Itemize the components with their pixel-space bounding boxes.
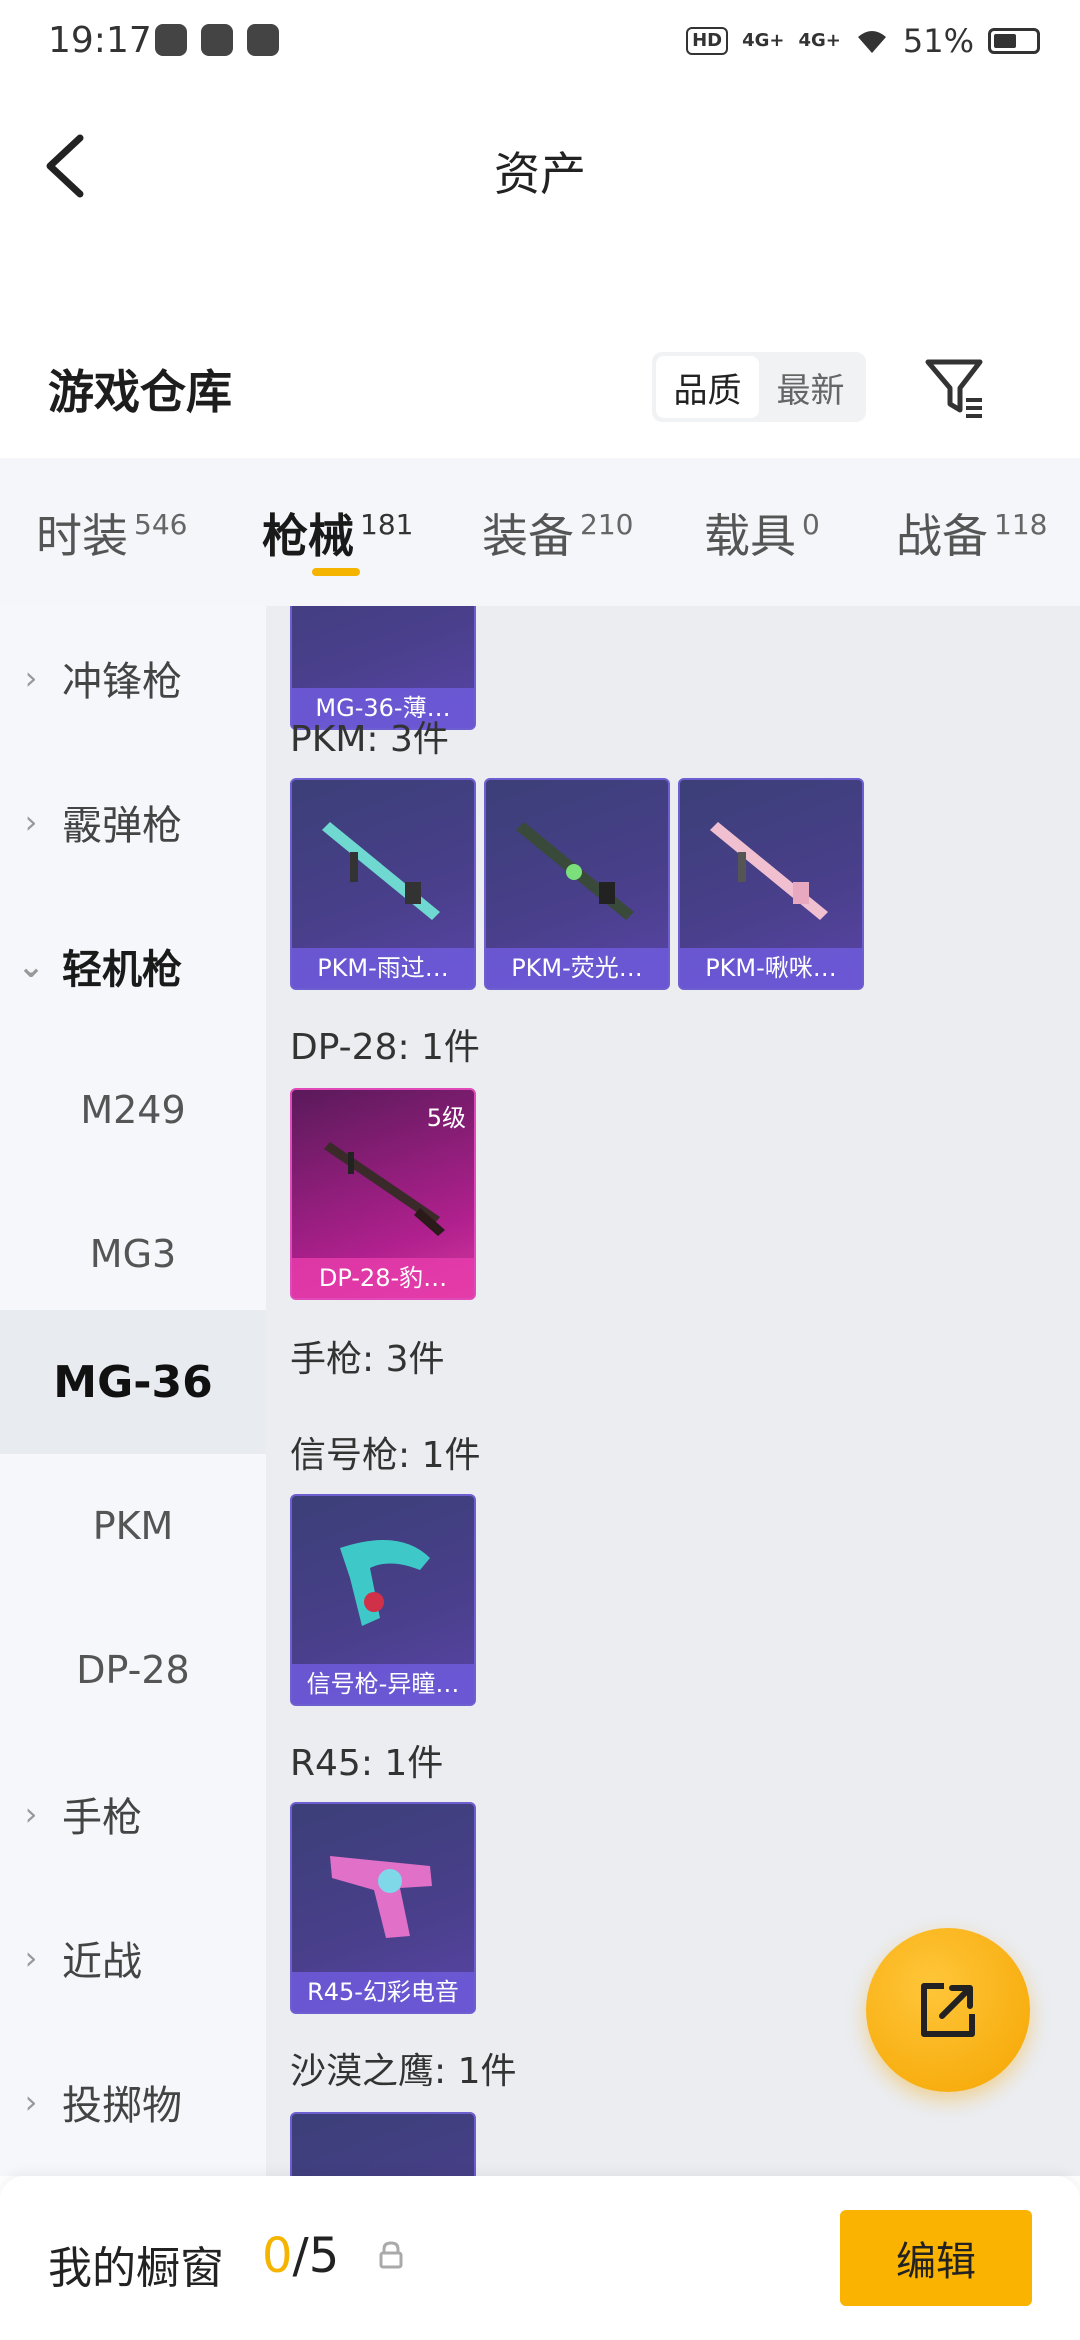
weapon-sidebar: › 冲锋枪 › 霰弹枪 ⌄ 轻机枪 M249 MG3 MG-36 PKM DP-… — [0, 606, 266, 2176]
category-tabs: 时装 546 枪械 181 装备 210 载具 0 战备 118 — [0, 458, 1080, 606]
weapon-card[interactable]: R45-幻彩电音 — [290, 1802, 476, 2014]
notification-icons — [155, 24, 279, 56]
share-button[interactable] — [866, 1928, 1030, 2092]
wifi-icon — [857, 31, 886, 53]
status-time: 19:17 — [48, 20, 152, 61]
chevron-down-icon: ⌄ — [17, 947, 45, 985]
hd-icon: HD — [686, 27, 729, 55]
weapon-card-name: R45-幻彩电音 — [292, 1972, 474, 2012]
weapon-card-name: PKM-啾咪… — [680, 948, 862, 988]
signal-icon: 4G+ — [798, 30, 841, 51]
group-label: 信号枪: 1件 — [290, 1435, 481, 1476]
sidebar-item-pkm[interactable]: PKM — [0, 1454, 266, 1598]
flare-gun-icon — [340, 1540, 430, 1626]
battery-percent: 51% — [902, 22, 974, 60]
sidebar-item-pistol[interactable]: › 手枪 — [0, 1742, 266, 1886]
sidebar-item-shotgun[interactable]: › 霰弹枪 — [0, 750, 266, 894]
sidebar-item-mg3[interactable]: MG3 — [0, 1182, 266, 1326]
sort-toggle: 品质 最新 — [652, 352, 866, 422]
chevron-right-icon: › — [24, 1939, 38, 1977]
nav-header: 资产 — [0, 86, 1080, 246]
chevron-right-icon: › — [24, 659, 38, 697]
weapon-card-name: PKM-雨过… — [292, 948, 474, 988]
page-title: 资产 — [494, 147, 586, 201]
sidebar-item-dp28[interactable]: DP-28 — [0, 1598, 266, 1742]
app-notification-icon — [201, 24, 233, 56]
sidebar-item-melee[interactable]: › 近战 — [0, 1886, 266, 2030]
app-notification-icon — [155, 24, 187, 56]
showcase-count: 0/5 — [262, 2228, 339, 2284]
group-label: 沙漠之鹰: 1件 — [290, 2051, 517, 2092]
sidebar-item-throwables[interactable]: › 投掷物 — [0, 2030, 266, 2174]
status-bar: 19:17 HD 4G+ 4G+ 51% — [0, 0, 1080, 86]
weapon-card-name: 信号枪-异瞳… — [292, 1664, 474, 1704]
battery-icon — [988, 28, 1040, 54]
sort-newest-button[interactable]: 最新 — [759, 356, 862, 418]
showcase-current: 0 — [262, 2228, 293, 2284]
weapon-card[interactable]: 信号枪-异瞳… — [290, 1494, 476, 1706]
weapon-card-name: DP-28-豹… — [292, 1258, 474, 1298]
machine-gun-icon — [710, 822, 828, 920]
weapon-card[interactable]: PKM-雨过… — [290, 778, 476, 990]
tab-equipment[interactable]: 装备 210 — [482, 500, 633, 566]
weapon-card[interactable]: PKM-啾咪… — [678, 778, 864, 990]
chevron-right-icon: › — [24, 2083, 38, 2121]
revolver-icon — [330, 1856, 432, 1938]
weapon-card[interactable] — [290, 2112, 476, 2176]
tab-active-indicator — [312, 568, 360, 576]
showcase-total: /5 — [292, 2228, 340, 2284]
sort-quality-button[interactable]: 品质 — [656, 356, 759, 418]
weapon-card[interactable]: PKM-荧光… — [484, 778, 670, 990]
tab-guns[interactable]: 枪械 181 — [262, 500, 413, 566]
group-label: R45: 1件 — [290, 1743, 444, 1784]
sidebar-item-smg[interactable]: › 冲锋枪 — [0, 606, 266, 750]
rifle-icon — [324, 1142, 445, 1236]
weapon-card[interactable]: 5级 DP-28-豹… — [290, 1088, 476, 1300]
tab-outfits[interactable]: 时装 546 — [36, 500, 187, 566]
chevron-right-icon: › — [24, 803, 38, 841]
group-label: 手枪: 3件 — [290, 1339, 445, 1380]
share-icon — [921, 1983, 975, 2037]
lock-icon — [379, 2241, 403, 2269]
signal-icon: 4G+ — [742, 30, 785, 51]
tab-supplies[interactable]: 战备 118 — [896, 500, 1047, 566]
showcase-bar: 我的橱窗 0/5 编辑 — [0, 2176, 1080, 2340]
filter-icon — [925, 359, 983, 418]
sidebar-item-mg36[interactable]: MG-36 — [0, 1310, 266, 1454]
weapon-card-name: PKM-荧光… — [486, 948, 668, 988]
group-label: DP-28: 1件 — [290, 1027, 480, 1068]
tab-vehicles[interactable]: 载具 0 — [704, 500, 820, 566]
edit-button[interactable]: 编辑 — [840, 2210, 1032, 2306]
status-right: HD 4G+ 4G+ 51% — [686, 22, 1040, 60]
showcase-title: 我的橱窗 — [48, 2243, 224, 2294]
machine-gun-icon — [516, 822, 634, 920]
chevron-right-icon: › — [24, 1795, 38, 1833]
sidebar-item-m249[interactable]: M249 — [0, 1038, 266, 1182]
group-label: PKM: 3件 — [290, 719, 449, 760]
machine-gun-icon — [322, 822, 440, 920]
sidebar-item-lmg[interactable]: ⌄ 轻机枪 — [0, 894, 266, 1038]
warehouse-title: 游戏仓库 — [48, 365, 232, 419]
app-notification-icon — [247, 24, 279, 56]
filter-button[interactable] — [920, 352, 992, 424]
